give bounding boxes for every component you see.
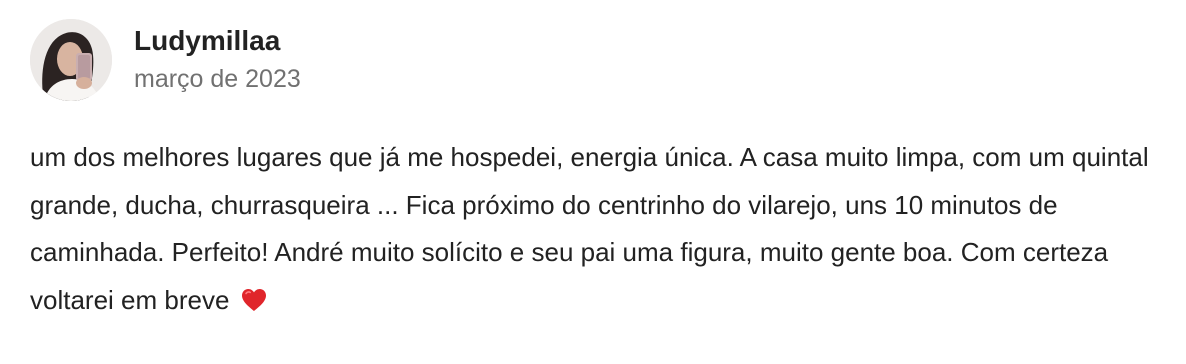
review-date: março de 2023 (134, 65, 301, 93)
review-text: um dos melhores lugares que já me hosped… (30, 142, 1149, 315)
review-body: um dos melhores lugares que já me hosped… (30, 134, 1170, 327)
author-meta: Ludymillaa março de 2023 (134, 24, 301, 96)
avatar-photo (30, 19, 112, 101)
avatar[interactable] (30, 19, 112, 101)
review-card: Ludymillaa março de 2023 um dos melhores… (0, 0, 1186, 364)
heart-emoji-icon (241, 280, 267, 328)
author-name[interactable]: Ludymillaa (134, 24, 301, 58)
review-header: Ludymillaa março de 2023 (30, 18, 301, 102)
